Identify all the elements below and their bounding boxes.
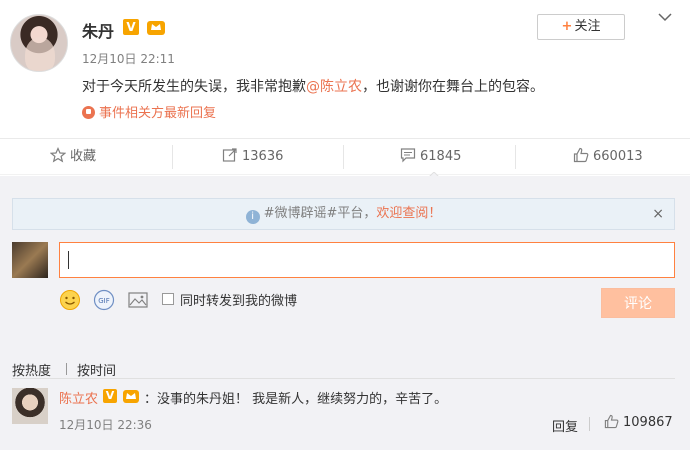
like-button[interactable]: 660013 xyxy=(573,139,643,175)
reply-button[interactable]: 回复 xyxy=(552,416,578,435)
follow-label: 关注 xyxy=(574,19,601,34)
sort-by-time[interactable]: 按时间 xyxy=(77,360,116,379)
divider xyxy=(589,417,590,431)
gif-icon[interactable]: GIF xyxy=(93,289,115,311)
thumbs-up-icon xyxy=(604,414,619,429)
verified-badge: V xyxy=(123,19,139,35)
favorite-label: 收藏 xyxy=(70,149,97,164)
follow-button[interactable]: + 关注 xyxy=(537,14,625,40)
sort-by-hot[interactable]: 按热度 xyxy=(12,360,51,379)
post-text-before: 对于今天所发生的失误，我非常抱歉 xyxy=(82,79,306,95)
weibo-post: 朱丹 V 12月10日 22:11 对于今天所发生的失误，我非常抱歉@陈立农，也… xyxy=(0,0,690,138)
comment-icon xyxy=(400,148,416,163)
current-user-avatar[interactable] xyxy=(12,242,48,278)
repost-checkbox-label[interactable]: 同时转发到我的微博 xyxy=(180,290,297,309)
post-timestamp[interactable]: 12月10日 22:11 xyxy=(82,50,175,67)
sort-underline xyxy=(12,378,675,379)
sort-divider xyxy=(66,363,67,375)
comment-input[interactable] xyxy=(59,242,675,278)
notice-link[interactable]: 欢迎查阅！ xyxy=(376,206,441,221)
vip-crown-icon xyxy=(147,21,165,35)
post-text-after: ，也谢谢你在舞台上的包容。 xyxy=(362,79,544,95)
comment-section: i #微博辟谣#平台，欢迎查阅！ × GIF 同时转发到我的微博 评论 按热度 按… xyxy=(0,176,690,450)
emoji-icon[interactable] xyxy=(59,289,81,311)
verified-badge: V xyxy=(103,389,117,403)
text-cursor xyxy=(68,251,69,269)
favorite-button[interactable]: 收藏 xyxy=(49,139,97,175)
related-news-icon xyxy=(82,106,95,119)
post-body: 对于今天所发生的失误，我非常抱歉@陈立农，也谢谢你在舞台上的包容。 xyxy=(82,76,544,96)
like-count: 660013 xyxy=(593,149,643,164)
info-icon: i xyxy=(245,210,260,224)
divider xyxy=(343,145,344,169)
mention-link[interactable]: @陈立农 xyxy=(306,79,362,95)
related-news-label: 事件相关方最新回复 xyxy=(99,106,217,121)
divider xyxy=(515,145,516,169)
comment-text: ：没事的朱丹姐！ 我是新人，继续努力的，辛苦了。 xyxy=(144,392,448,407)
vip-crown-icon xyxy=(123,390,139,403)
svg-text:GIF: GIF xyxy=(98,297,110,305)
author-name[interactable]: 朱丹 xyxy=(82,18,114,42)
comment-timestamp: 12月10日 22:36 xyxy=(59,418,152,432)
author-avatar[interactable] xyxy=(10,14,68,72)
image-icon[interactable] xyxy=(127,289,149,311)
repost-count: 13636 xyxy=(242,149,284,164)
star-icon xyxy=(49,147,67,163)
rumor-notice-banner[interactable]: i #微博辟谣#平台，欢迎查阅！ × xyxy=(12,198,675,230)
plus-icon: + xyxy=(561,19,573,34)
post-actions-bar: 收藏 13636 61845 660013 xyxy=(0,138,690,175)
comment-button[interactable]: 61845 xyxy=(400,139,461,175)
repost-icon xyxy=(222,148,237,162)
repost-button[interactable]: 13636 xyxy=(222,139,283,175)
submit-comment-button[interactable]: 评论 xyxy=(601,288,675,318)
thumbs-up-icon xyxy=(573,147,589,163)
repost-checkbox[interactable] xyxy=(162,293,174,305)
comment-like-button[interactable]: 109867 xyxy=(604,414,673,430)
commenter-name[interactable]: 陈立农 xyxy=(59,388,98,407)
divider xyxy=(172,145,173,169)
comment-like-count: 109867 xyxy=(623,415,673,430)
chevron-down-icon[interactable] xyxy=(658,12,672,22)
related-news-link[interactable]: 事件相关方最新回复 xyxy=(82,102,216,121)
close-icon[interactable]: × xyxy=(652,199,664,229)
notice-text: #微博辟谣#平台， xyxy=(263,206,377,221)
comment-count: 61845 xyxy=(420,149,462,164)
commenter-avatar[interactable] xyxy=(12,388,48,424)
